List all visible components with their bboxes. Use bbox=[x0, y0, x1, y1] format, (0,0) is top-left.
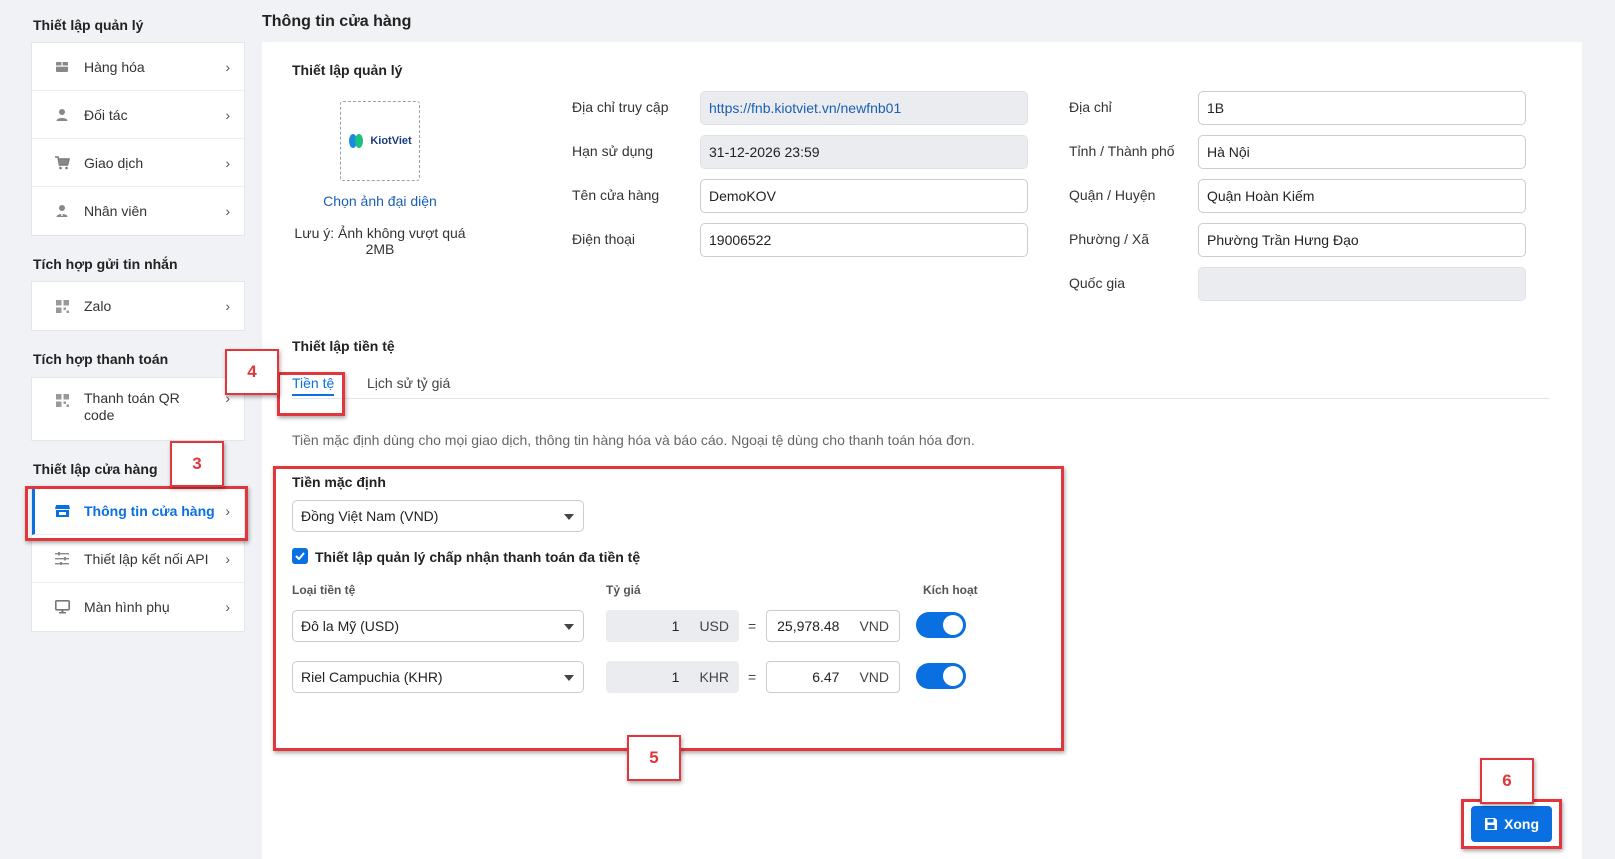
sidebar-payment-group: Thanh toán QR code › bbox=[31, 377, 245, 441]
province-input[interactable]: Hà Nội bbox=[1198, 135, 1526, 169]
box-icon bbox=[54, 59, 70, 75]
kiotviet-logo-icon bbox=[349, 134, 364, 148]
sidebar-section-store-title: Thiết lập cửa hàng bbox=[33, 461, 158, 477]
district-label: Quận / Huyện bbox=[1069, 187, 1156, 203]
sidebar-messaging-group: Zalo › bbox=[31, 281, 245, 331]
tabs-divider bbox=[292, 398, 1550, 399]
access-url-label: Địa chỉ truy cập bbox=[572, 99, 669, 115]
user-icon bbox=[54, 107, 70, 123]
sidebar-item-api[interactable]: Thiết lập kết nối API › bbox=[32, 535, 244, 583]
avatar-note: Lưu ý: Ảnh không vượt quá 2MB bbox=[294, 225, 466, 257]
district-input[interactable]: Quận Hoàn Kiếm bbox=[1198, 179, 1526, 213]
sidebar-item-transactions[interactable]: Giao dịch › bbox=[32, 139, 244, 187]
sidebar-section-payment-title: Tích hợp thanh toán bbox=[33, 351, 169, 367]
sidebar-item-label: Đối tác bbox=[84, 106, 128, 123]
employee-icon bbox=[54, 203, 70, 219]
sidebar-item-label: Hàng hóa bbox=[84, 58, 145, 75]
sidebar-item-label: Nhân viên bbox=[84, 203, 148, 219]
annotation-badge-4: 4 bbox=[225, 349, 279, 395]
cart-icon bbox=[54, 155, 70, 171]
sidebar-item-secondary-screen[interactable]: Màn hình phụ › bbox=[32, 583, 244, 631]
sidebar-item-products[interactable]: Hàng hóa › bbox=[32, 43, 244, 91]
country-field[interactable] bbox=[1198, 267, 1526, 301]
currency-description: Tiền mặc định dùng cho mọi giao dịch, th… bbox=[292, 432, 975, 448]
ward-input[interactable]: Phường Trần Hưng Đạo bbox=[1198, 223, 1526, 257]
expiry-field[interactable]: 31-12-2026 23:59 bbox=[700, 135, 1028, 169]
sliders-icon bbox=[54, 551, 70, 567]
sidebar-item-zalo[interactable]: Zalo › bbox=[32, 282, 244, 330]
address-label: Địa chỉ bbox=[1069, 99, 1112, 115]
logo-text: KiotViet bbox=[370, 135, 412, 147]
country-label: Quốc gia bbox=[1069, 275, 1126, 291]
phone-label: Điện thoại bbox=[572, 231, 636, 247]
qr-icon bbox=[54, 392, 70, 408]
monitor-icon bbox=[54, 599, 70, 615]
sidebar-item-label: Thiết lập kết nối API bbox=[84, 550, 209, 567]
chevron-right-icon: › bbox=[225, 298, 230, 314]
annotation-highlight-done bbox=[1461, 799, 1562, 849]
ward-label: Phường / Xã bbox=[1069, 231, 1150, 247]
annotation-highlight-currency bbox=[273, 466, 1064, 751]
page-title: Thông tin cửa hàng bbox=[262, 13, 412, 30]
chevron-right-icon: › bbox=[225, 106, 230, 123]
annotation-badge-5: 5 bbox=[627, 735, 681, 781]
store-name-label: Tên cửa hàng bbox=[572, 187, 660, 203]
chevron-right-icon: › bbox=[225, 58, 230, 75]
management-section-title: Thiết lập quản lý bbox=[292, 62, 403, 78]
chevron-right-icon: › bbox=[225, 550, 230, 567]
chevron-right-icon: › bbox=[225, 203, 230, 219]
grid-icon bbox=[54, 298, 70, 314]
sidebar-item-label: Giao dịch bbox=[84, 154, 144, 171]
sidebar-item-qr-payment[interactable]: Thanh toán QR code › bbox=[32, 378, 244, 440]
tab-rate-history[interactable]: Lịch sử tỷ giá bbox=[367, 375, 450, 391]
address-input[interactable]: 1B bbox=[1198, 91, 1526, 125]
expiry-label: Hạn sử dụng bbox=[572, 143, 653, 159]
sidebar-item-employees[interactable]: Nhân viên › bbox=[32, 187, 244, 235]
phone-input[interactable]: 19006522 bbox=[700, 223, 1028, 257]
currency-section-title: Thiết lập tiền tệ bbox=[292, 338, 395, 354]
access-url-field[interactable]: https://fnb.kiotviet.vn/newfnb01 bbox=[700, 91, 1028, 125]
annotation-badge-6: 6 bbox=[1480, 758, 1534, 804]
sidebar-management-group: Hàng hóa › Đối tác › Giao dịch › Nhân vi… bbox=[31, 42, 245, 236]
sidebar-section-management-title: Thiết lập quản lý bbox=[33, 17, 144, 33]
chevron-right-icon: › bbox=[225, 154, 230, 171]
store-name-input[interactable]: DemoKOV bbox=[700, 179, 1028, 213]
sidebar-item-label: Zalo bbox=[84, 298, 112, 314]
sidebar-item-label: Thanh toán QR code bbox=[84, 390, 180, 423]
annotation-badge-3: 3 bbox=[170, 441, 224, 487]
province-label: Tỉnh / Thành phố bbox=[1069, 143, 1175, 159]
sidebar-section-messaging-title: Tích hợp gửi tin nhắn bbox=[33, 256, 178, 272]
annotation-highlight-sidebar bbox=[25, 486, 248, 541]
sidebar-item-partners[interactable]: Đối tác › bbox=[32, 91, 244, 139]
sidebar-item-label: Màn hình phụ bbox=[84, 599, 170, 615]
choose-avatar-link[interactable]: Chọn ảnh đại diện bbox=[280, 193, 480, 209]
chevron-right-icon: › bbox=[225, 599, 230, 615]
store-avatar[interactable]: KiotViet bbox=[340, 101, 420, 181]
annotation-highlight-tab bbox=[277, 372, 345, 416]
